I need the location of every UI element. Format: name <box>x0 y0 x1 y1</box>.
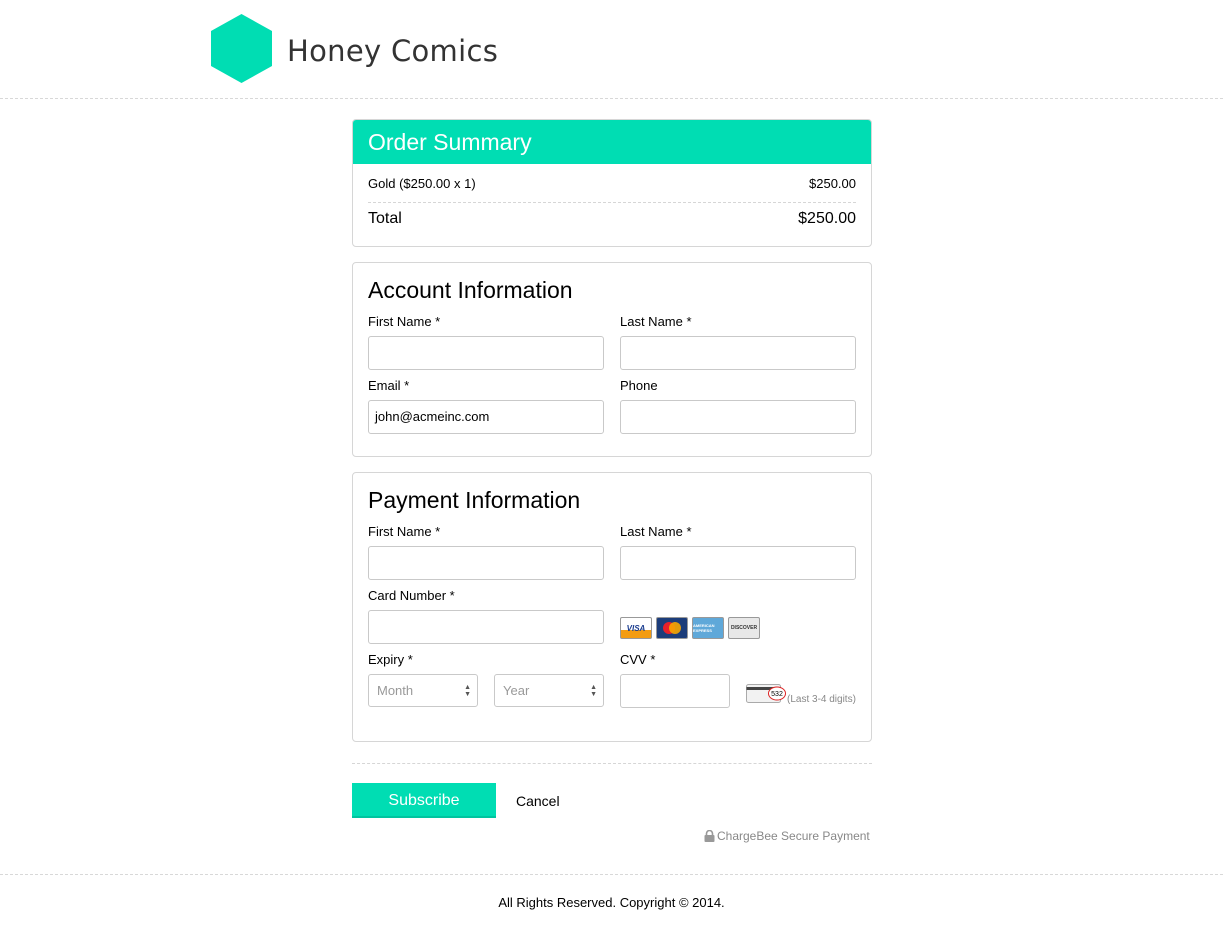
select-arrows-icon: ▲ ▼ <box>464 684 471 698</box>
brand-name: Honey Comics <box>287 34 499 68</box>
account-last-name-label: Last Name * <box>620 314 692 329</box>
page-footer: All Rights Reserved. Copyright © 2014. <box>0 874 1223 929</box>
payment-last-name-input[interactable] <box>620 546 856 580</box>
cvv-card-icon: 532 <box>746 684 786 703</box>
visa-card-icon: VISA <box>620 617 652 639</box>
account-first-name-input[interactable] <box>368 336 604 370</box>
payment-last-name-label: Last Name * <box>620 524 692 539</box>
expiry-year-value: Year <box>503 683 530 698</box>
expiry-month-value: Month <box>377 683 414 698</box>
order-line-item: Gold ($250.00 x 1) $250.00 <box>368 176 856 191</box>
copyright-text: All Rights Reserved. Copyright © 2014. <box>498 895 725 910</box>
accepted-cards: VISA AMERICAN EXPRESS DISCOVER <box>620 617 760 639</box>
cvv-hint: (Last 3-4 digits) <box>787 694 856 705</box>
svg-text:532: 532 <box>771 691 783 698</box>
actions-divider <box>352 763 872 764</box>
payment-information-panel: Payment Information First Name * Last Na… <box>352 472 872 742</box>
email-label: Email * <box>368 378 410 393</box>
secure-payment-note: ChargeBee Secure Payment <box>704 829 870 843</box>
account-first-name-label: First Name * <box>368 314 441 329</box>
discover-card-icon: DISCOVER <box>728 617 760 639</box>
order-summary-title: Order Summary <box>353 120 871 164</box>
order-item-amount: $250.00 <box>809 176 856 191</box>
account-last-name-input[interactable] <box>620 336 856 370</box>
amex-card-icon: AMERICAN EXPRESS <box>692 617 724 639</box>
order-summary-panel: Order Summary Gold ($250.00 x 1) $250.00… <box>352 119 872 247</box>
account-information-panel: Account Information First Name * Last Na… <box>352 262 872 457</box>
logo-hexagon-icon <box>211 14 272 83</box>
secure-payment-text: ChargeBee Secure Payment <box>717 829 870 843</box>
order-item-label: Gold ($250.00 x 1) <box>368 176 476 191</box>
total-amount: $250.00 <box>798 210 856 227</box>
card-number-input[interactable] <box>368 610 604 644</box>
payment-information-title: Payment Information <box>368 487 581 513</box>
email-input[interactable]: john@acmeinc.com <box>368 400 604 434</box>
subscribe-button[interactable]: Subscribe <box>352 783 496 818</box>
total-label: Total <box>368 210 402 227</box>
select-arrows-icon: ▲ ▼ <box>590 684 597 698</box>
cvv-input[interactable] <box>620 674 730 708</box>
order-total-row: Total $250.00 <box>368 210 856 228</box>
expiry-month-select[interactable]: Month ▲ ▼ <box>368 674 478 707</box>
account-information-title: Account Information <box>368 277 573 303</box>
payment-first-name-label: First Name * <box>368 524 441 539</box>
payment-first-name-input[interactable] <box>368 546 604 580</box>
phone-input[interactable] <box>620 400 856 434</box>
card-number-label: Card Number * <box>368 588 455 603</box>
cvv-label: CVV * <box>620 652 656 667</box>
expiry-label: Expiry * <box>368 652 413 667</box>
summary-divider <box>368 202 856 203</box>
mastercard-card-icon <box>656 617 688 639</box>
expiry-year-select[interactable]: Year ▲ ▼ <box>494 674 604 707</box>
page-header: Honey Comics <box>0 0 1223 99</box>
cancel-link[interactable]: Cancel <box>516 793 560 809</box>
phone-label: Phone <box>620 378 658 393</box>
lock-icon <box>704 830 715 842</box>
